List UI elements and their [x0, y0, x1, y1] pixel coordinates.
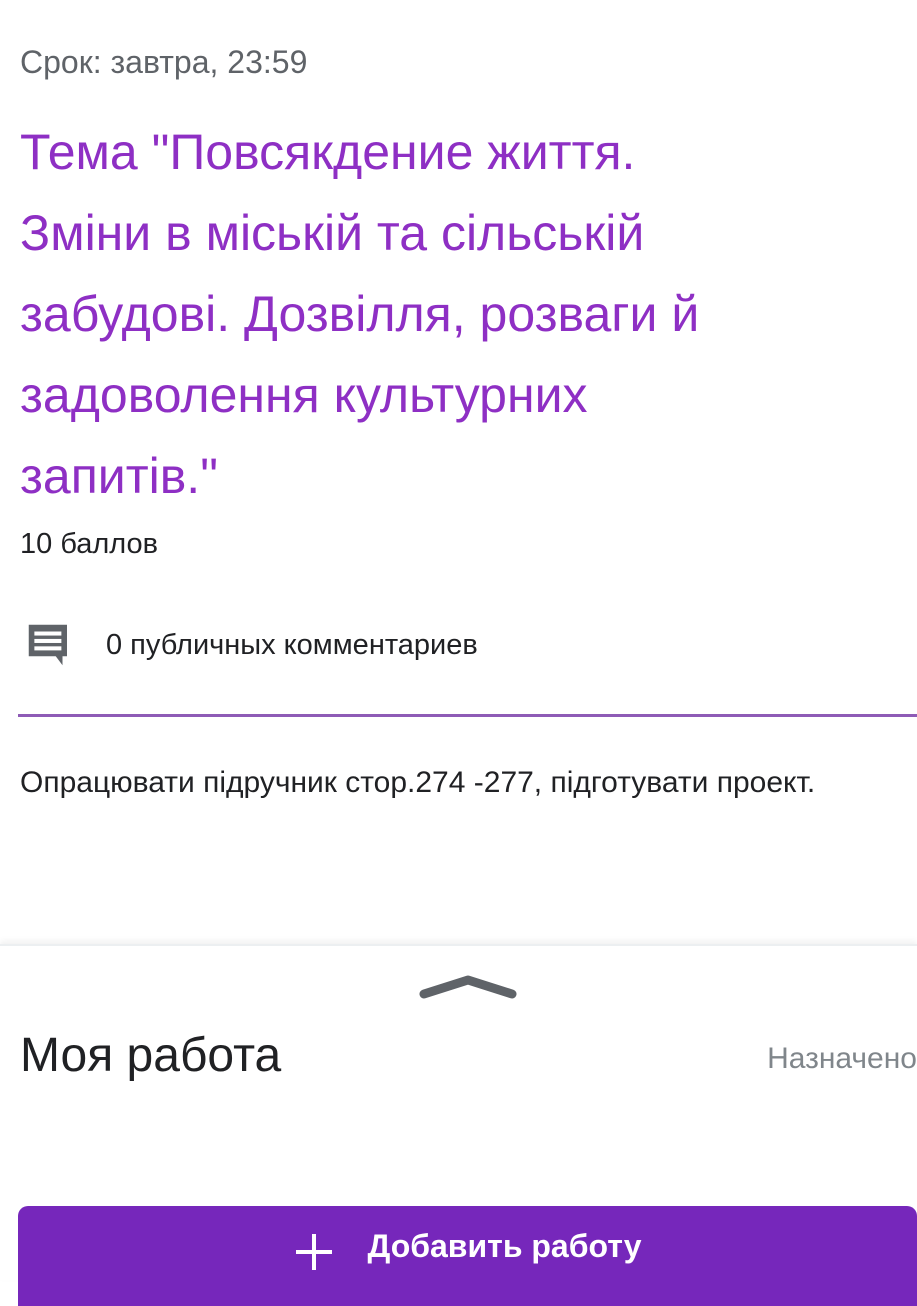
due-date: Срок: завтра, 23:59 — [20, 44, 308, 80]
divider — [18, 714, 917, 717]
assignment-title: Тема "Повсякдение життя. Зміни в міській… — [20, 112, 699, 517]
add-work-button[interactable]: Добавить работу — [18, 1206, 917, 1306]
title-line: запитів." — [20, 448, 218, 504]
title-line: забудові. Дозвілля, розваги й — [20, 286, 700, 342]
expand-handle-icon[interactable] — [418, 972, 518, 1002]
my-work-title: Моя работа — [20, 1029, 282, 1082]
class-comments-link[interactable]: 0 публичных комментариев — [22, 618, 478, 672]
my-work-sheet: Моя работа Назначено Добавить работу — [0, 944, 917, 1306]
title-line: Тема "Повсякдение життя. — [20, 124, 636, 180]
points: 10 баллов — [20, 528, 159, 560]
add-work-label: Добавить работу — [367, 1228, 642, 1264]
title-line: Зміни в міській та сільській — [20, 205, 645, 261]
status-badge: Назначено — [767, 1042, 917, 1075]
plus-icon — [295, 1234, 332, 1270]
comments-label: 0 публичных комментариев — [106, 628, 478, 661]
comment-icon — [28, 624, 67, 666]
assignment-description: Опрацювати підручник стор.274 -277, підг… — [20, 766, 816, 799]
title-line: задоволення культурних — [20, 367, 588, 423]
